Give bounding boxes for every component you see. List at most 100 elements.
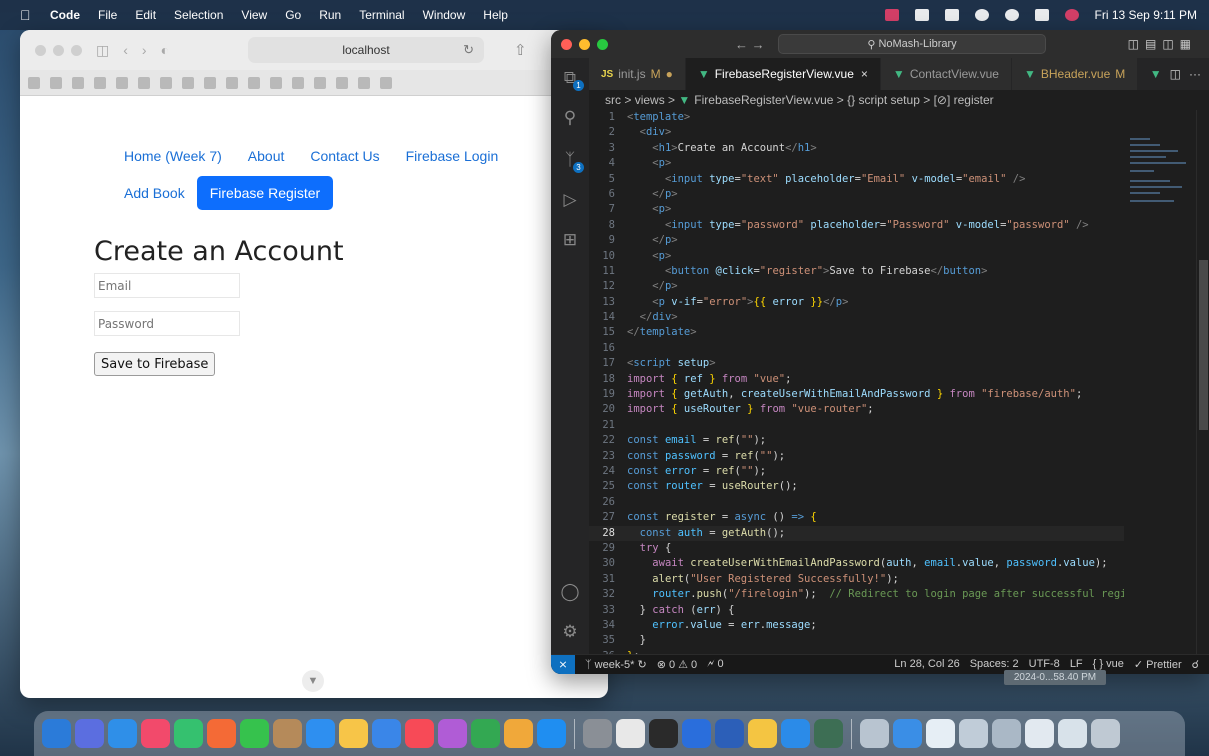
- breadcrumb-views[interactable]: views: [635, 93, 665, 107]
- code-line[interactable]: 20 import { useRouter } from "vue-router"…: [589, 402, 1124, 417]
- sidebar-toggle-icon[interactable]: ◫: [96, 42, 109, 59]
- window-minimize-button[interactable]: [579, 38, 590, 50]
- favorite-icon[interactable]: [72, 76, 84, 89]
- source-control-icon[interactable]: ᛉ3: [560, 150, 584, 173]
- address-bar[interactable]: localhost ↻: [248, 37, 484, 63]
- code-line[interactable]: 9 </p>: [589, 233, 1124, 248]
- app-status-icon[interactable]: [884, 9, 899, 21]
- git-branch[interactable]: ᛉ week-5* ↻: [585, 658, 647, 671]
- tab-contact-view[interactable]: ▼ ContactView.vue: [880, 58, 1012, 90]
- window-minimize-button[interactable]: [53, 44, 64, 56]
- dock-app-icon[interactable]: [616, 719, 645, 748]
- nav-about-link[interactable]: About: [248, 148, 285, 164]
- apple-icon[interactable]: : [20, 7, 36, 23]
- notifications-bell-icon[interactable]: ☌: [1192, 658, 1199, 671]
- code-line[interactable]: 7 <p>: [589, 202, 1124, 217]
- ports-count[interactable]: 🗲 0: [707, 658, 724, 671]
- dock-app-icon[interactable]: [1058, 719, 1087, 748]
- dock-app-icon[interactable]: [715, 719, 744, 748]
- code-line[interactable]: 3 <h1>Create an Account</h1>: [589, 141, 1124, 156]
- nav-contact-link[interactable]: Contact Us: [310, 148, 379, 164]
- dock-app-icon[interactable]: [207, 719, 236, 748]
- dock-app-icon[interactable]: [1091, 719, 1120, 748]
- split-editor-icon[interactable]: ◫: [1170, 67, 1181, 81]
- code-line[interactable]: 19 import { getAuth, createUserWithEmailA…: [589, 387, 1124, 402]
- prettier-status[interactable]: ✓ Prettier: [1134, 658, 1182, 671]
- menu-file[interactable]: File: [98, 8, 117, 22]
- breadcrumb-src[interactable]: src: [605, 93, 621, 107]
- code-line[interactable]: 23 const password = ref("");: [589, 449, 1124, 464]
- dock-app-icon[interactable]: [372, 719, 401, 748]
- dock-app-icon[interactable]: [926, 719, 955, 748]
- code-line[interactable]: 8 <input type="password" placeholder="Pa…: [589, 218, 1124, 233]
- breadcrumb-file[interactable]: FirebaseRegisterView.vue: [694, 93, 833, 107]
- favorite-icon[interactable]: [116, 76, 128, 89]
- layout-controls-icon[interactable]: ◫▤◫▦: [1128, 37, 1197, 51]
- nav-firebase-login-link[interactable]: Firebase Login: [406, 148, 499, 164]
- password-field[interactable]: [94, 311, 240, 336]
- editor-scrollbar[interactable]: [1196, 110, 1209, 654]
- menu-clock[interactable]: Fri 13 Sep 9:11 PM: [1095, 8, 1198, 22]
- favorite-icon[interactable]: [358, 76, 370, 89]
- code-line[interactable]: 32 router.push("/firelogin"); // Redirec…: [589, 587, 1124, 602]
- settings-gear-icon[interactable]: ⚙: [560, 622, 580, 642]
- save-to-firebase-button[interactable]: Save to Firebase: [94, 352, 216, 376]
- code-line[interactable]: 4 <p>: [589, 156, 1124, 171]
- privacy-icon[interactable]: ◐: [161, 42, 169, 58]
- window-zoom-button[interactable]: [71, 44, 82, 56]
- code-line[interactable]: 5 <input type="text" placeholder="Email"…: [589, 172, 1124, 187]
- dock-app-icon[interactable]: [504, 719, 533, 748]
- code-line[interactable]: 11 <button @click="register">Save to Fir…: [589, 264, 1124, 279]
- reload-icon[interactable]: ↻: [463, 42, 474, 58]
- tab-firebase-register-view[interactable]: ▼ FirebaseRegisterView.vue ×: [685, 58, 881, 90]
- code-line[interactable]: 18 import { ref } from "vue";: [589, 372, 1124, 387]
- dock-app-icon[interactable]: [471, 719, 500, 748]
- code-line[interactable]: 17 <script setup>: [589, 356, 1124, 371]
- dock-app-icon[interactable]: [537, 719, 566, 748]
- menu-terminal[interactable]: Terminal: [359, 8, 404, 22]
- dock-app-icon[interactable]: [240, 719, 269, 748]
- favorite-icon[interactable]: [292, 76, 304, 89]
- menu-go[interactable]: Go: [285, 8, 301, 22]
- dock-app-icon[interactable]: [583, 719, 612, 748]
- dock-app-icon[interactable]: [748, 719, 777, 748]
- dock-app-icon[interactable]: [339, 719, 368, 748]
- search-icon[interactable]: ⚲: [560, 108, 580, 128]
- menu-window[interactable]: Window: [423, 8, 466, 22]
- dock-app-icon[interactable]: [75, 719, 104, 748]
- code-line[interactable]: 15 </template>: [589, 325, 1124, 340]
- breadcrumb-scope[interactable]: {} script setup: [847, 93, 920, 107]
- code-line[interactable]: 31 alert("User Registered Successfully!"…: [589, 572, 1124, 587]
- dock-app-icon[interactable]: [959, 719, 988, 748]
- extensions-icon[interactable]: ⊞: [560, 230, 580, 250]
- navigate-back-forward-icon[interactable]: ← →: [735, 37, 765, 52]
- code-line[interactable]: 6 </p>: [589, 187, 1124, 202]
- tab-init-js[interactable]: JS init.js M ●: [589, 58, 686, 90]
- dock-app-icon[interactable]: [108, 719, 137, 748]
- code-line[interactable]: 12 </p>: [589, 279, 1124, 294]
- menu-app-name[interactable]: Code: [50, 8, 80, 22]
- window-close-button[interactable]: [561, 38, 572, 50]
- code-line[interactable]: 1 <template>: [589, 110, 1124, 125]
- dock-app-icon[interactable]: [141, 719, 170, 748]
- favorite-icon[interactable]: [336, 76, 348, 89]
- favorite-icon[interactable]: [138, 76, 150, 89]
- code-line[interactable]: 29 try {: [589, 541, 1124, 556]
- window-zoom-button[interactable]: [597, 38, 608, 50]
- favorite-icon[interactable]: [226, 76, 238, 89]
- code-line[interactable]: 16: [589, 341, 1124, 356]
- dock-app-icon[interactable]: [992, 719, 1021, 748]
- scroll-down-icon[interactable]: ▼: [302, 670, 324, 692]
- code-line[interactable]: 10 <p>: [589, 249, 1124, 264]
- email-field[interactable]: [94, 273, 240, 298]
- dock-app-icon[interactable]: [860, 719, 889, 748]
- menu-edit[interactable]: Edit: [135, 8, 156, 22]
- dock-app-icon[interactable]: [781, 719, 810, 748]
- nav-firebase-register-link[interactable]: Firebase Register: [196, 176, 334, 210]
- bluetooth-status-icon[interactable]: [914, 9, 929, 21]
- vue-preview-icon[interactable]: ▼: [1150, 67, 1162, 81]
- spotlight-search-icon[interactable]: [1004, 9, 1019, 21]
- nav-home-link[interactable]: Home (Week 7): [124, 148, 222, 164]
- code-line[interactable]: 35 }: [589, 633, 1124, 648]
- dock-app-icon[interactable]: [306, 719, 335, 748]
